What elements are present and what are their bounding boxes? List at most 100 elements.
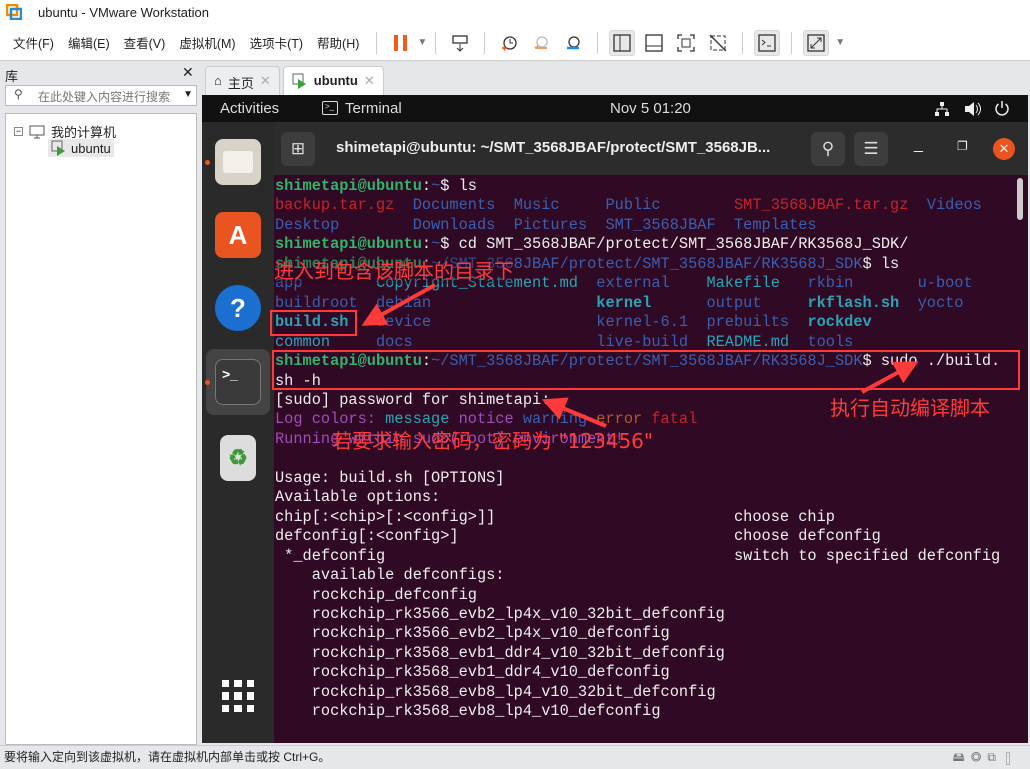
snapshot-button[interactable] [496,30,522,56]
output-line: rockchip_rk3568_evb1_ddr4_v10_defconfig [275,663,1015,682]
terminal-dock-icon[interactable]: >_ [215,359,261,405]
terminal-title: shimetapi@ubuntu: ~/SMT_3568JBAF/protect… [336,139,771,156]
tab-label: 主页 [227,76,254,91]
app-menu-terminal[interactable]: Terminal [345,100,402,117]
title-bar: ubuntu - VMware Workstation [0,0,1030,25]
full-screen-icon [677,33,695,52]
computer-icon [29,125,45,138]
clock[interactable]: Nov 5 01:20 [610,100,691,117]
pause-button[interactable] [388,30,414,56]
close-library-icon[interactable]: ✕ [182,64,194,81]
terminal-text: Desktop [275,215,413,234]
new-tab-button[interactable]: ⊞ [281,132,315,166]
tree-item-ubuntu[interactable]: ubuntu [48,139,114,157]
activities-button[interactable]: Activities [220,100,279,117]
menu-edit[interactable]: 编辑(E) [63,33,115,52]
trash-icon[interactable]: ♻ [220,435,256,481]
pause-dropdown-icon[interactable]: ▼ [417,37,427,48]
terminal-text: ~ [431,235,441,254]
terminal-text: : [421,177,432,195]
stretch-icon [807,33,825,52]
ls-row: build.sh device kernel-6.1 prebuilts roc… [275,313,1015,332]
terminal-text: defconfig[:<config>] choose defconfig [275,527,881,546]
power-icon[interactable] [994,100,1010,116]
terminal-scrollbar[interactable] [1017,178,1023,220]
show-library-button[interactable] [609,29,636,56]
vm-running-icon [292,73,306,89]
terminal-text: Available options: [275,488,441,507]
device-status-icons[interactable]: 🖴◎⧉▯ [953,748,1020,769]
snapshot-manager-button[interactable] [560,30,586,56]
console-icon [758,33,776,52]
snapshot-clock-icon [502,35,517,50]
terminal-text: $ [440,177,459,195]
output-line: *_defconfig switch to specified defconfi… [275,547,1015,566]
app-center-icon[interactable]: A [215,212,261,258]
terminal-text: rockchip_rk3568_evb1_ddr4_v10_32bit_defc… [275,643,725,662]
terminal-text: yocto [917,293,964,312]
collapse-icon[interactable]: − [14,127,23,136]
output-line: rockchip_rk3568_evb8_lp4_v10_defconfig [275,702,1015,721]
files-icon[interactable] [215,139,261,185]
console-view-button[interactable] [754,29,781,56]
network-icon[interactable] [934,101,950,117]
tab-home[interactable]: ⌂ 主页 ✕ [205,66,280,95]
help-icon[interactable]: ? [215,285,261,331]
menu-view[interactable]: 查看(V) [119,33,171,52]
terminal-text: rockchip_rk3566_evb2_lp4x_v10_defconfig [275,624,670,643]
close-window-button[interactable]: ✕ [993,138,1015,160]
ls-row: buildroot debian kernel output rkflash.s… [275,294,1015,313]
terminal-text: rockchip_rk3566_evb2_lp4x_v10_32bit_defc… [275,604,725,623]
status-text: 要将输入定向到该虚拟机，请在虚拟机内部单击或按 Ctrl+G。 [4,750,331,764]
window-title: ubuntu - VMware Workstation [38,5,209,20]
terminal-text: shimetapi@ubuntu [275,177,422,195]
terminal-search-button[interactable]: ⚲ [811,132,845,166]
maximize-button[interactable]: ❐ [957,139,968,153]
terminal-text: debian [375,293,597,312]
volume-icon[interactable] [964,101,982,117]
terminal-text: external [596,274,707,293]
revert-snapshot-button[interactable] [528,30,554,56]
terminal-text: rockchip_rk3568_evb8_lp4_v10_defconfig [275,702,661,721]
ubuntu-dock: A ? >_ ♻ [202,122,274,743]
full-screen-button[interactable] [673,30,699,56]
stretch-guest-button[interactable] [803,29,830,56]
terminal-text: rkbin [807,274,918,293]
terminal-text: kernel-6.1 [596,313,707,332]
send-keys-icon [452,34,468,52]
thumbnail-bar-button[interactable] [641,30,667,56]
menu-toolbar: 文件(F) 编辑(E) 查看(V) 虚拟机(M) 选项卡(T) 帮助(H) ▼ … [0,25,1030,61]
terminal-text: Makefile [706,274,808,293]
library-tree: − 我的计算机 ubuntu [5,113,197,745]
terminal-text: rockchip_rk3568_evb8_lp4_v10_32bit_defco… [275,682,716,701]
terminal-app-icon: >_ [322,101,338,115]
output-line: Available options: [275,488,1015,507]
menu-help[interactable]: 帮助(H) [312,33,364,52]
stretch-dropdown-icon[interactable]: ▼ [835,37,845,48]
tab-bar: ⌂ 主页 ✕ ubuntu ✕ [205,66,387,95]
terminal-menu-button[interactable]: ☰ [854,132,888,166]
status-bar: 要将输入定向到该虚拟机，请在虚拟机内部单击或按 Ctrl+G。 🖴◎⧉▯ [0,745,1030,764]
output-line: rockchip_rk3566_evb2_lp4x_v10_32bit_defc… [275,605,1015,624]
terminal-text: u-boot [917,274,973,293]
unity-button[interactable] [705,30,731,56]
menu-tabs[interactable]: 选项卡(T) [245,33,308,52]
output-line: rockchip_rk3568_evb8_lp4_v10_32bit_defco… [275,683,1015,702]
terminal-text: Documents [412,196,514,215]
menu-vm[interactable]: 虚拟机(M) [174,33,240,52]
terminal-text: Templates [734,215,817,234]
minimize-button[interactable]: _ [914,136,923,154]
menu-file[interactable]: 文件(F) [8,33,59,52]
close-tab-icon[interactable]: ✕ [364,73,375,89]
tab-ubuntu[interactable]: ubuntu ✕ [282,66,384,95]
library-search-input[interactable]: ⚲ 在此处键入内容进行搜索 ▼ [5,85,197,106]
show-apps-icon[interactable] [222,680,254,712]
close-tab-icon[interactable]: ✕ [260,73,271,89]
terminal-text: prebuilts [706,313,808,332]
search-placeholder: 在此处键入内容进行搜索 [38,90,171,104]
terminal-text: chip[:<chip>[:<config>]] choose chip [275,507,835,526]
send-ctrl-alt-del-button[interactable] [447,30,473,56]
search-dropdown-icon[interactable]: ▼ [183,89,193,100]
library-title: 库 [5,69,19,84]
terminal-text: [sudo] password for shimetapi: [275,390,551,409]
